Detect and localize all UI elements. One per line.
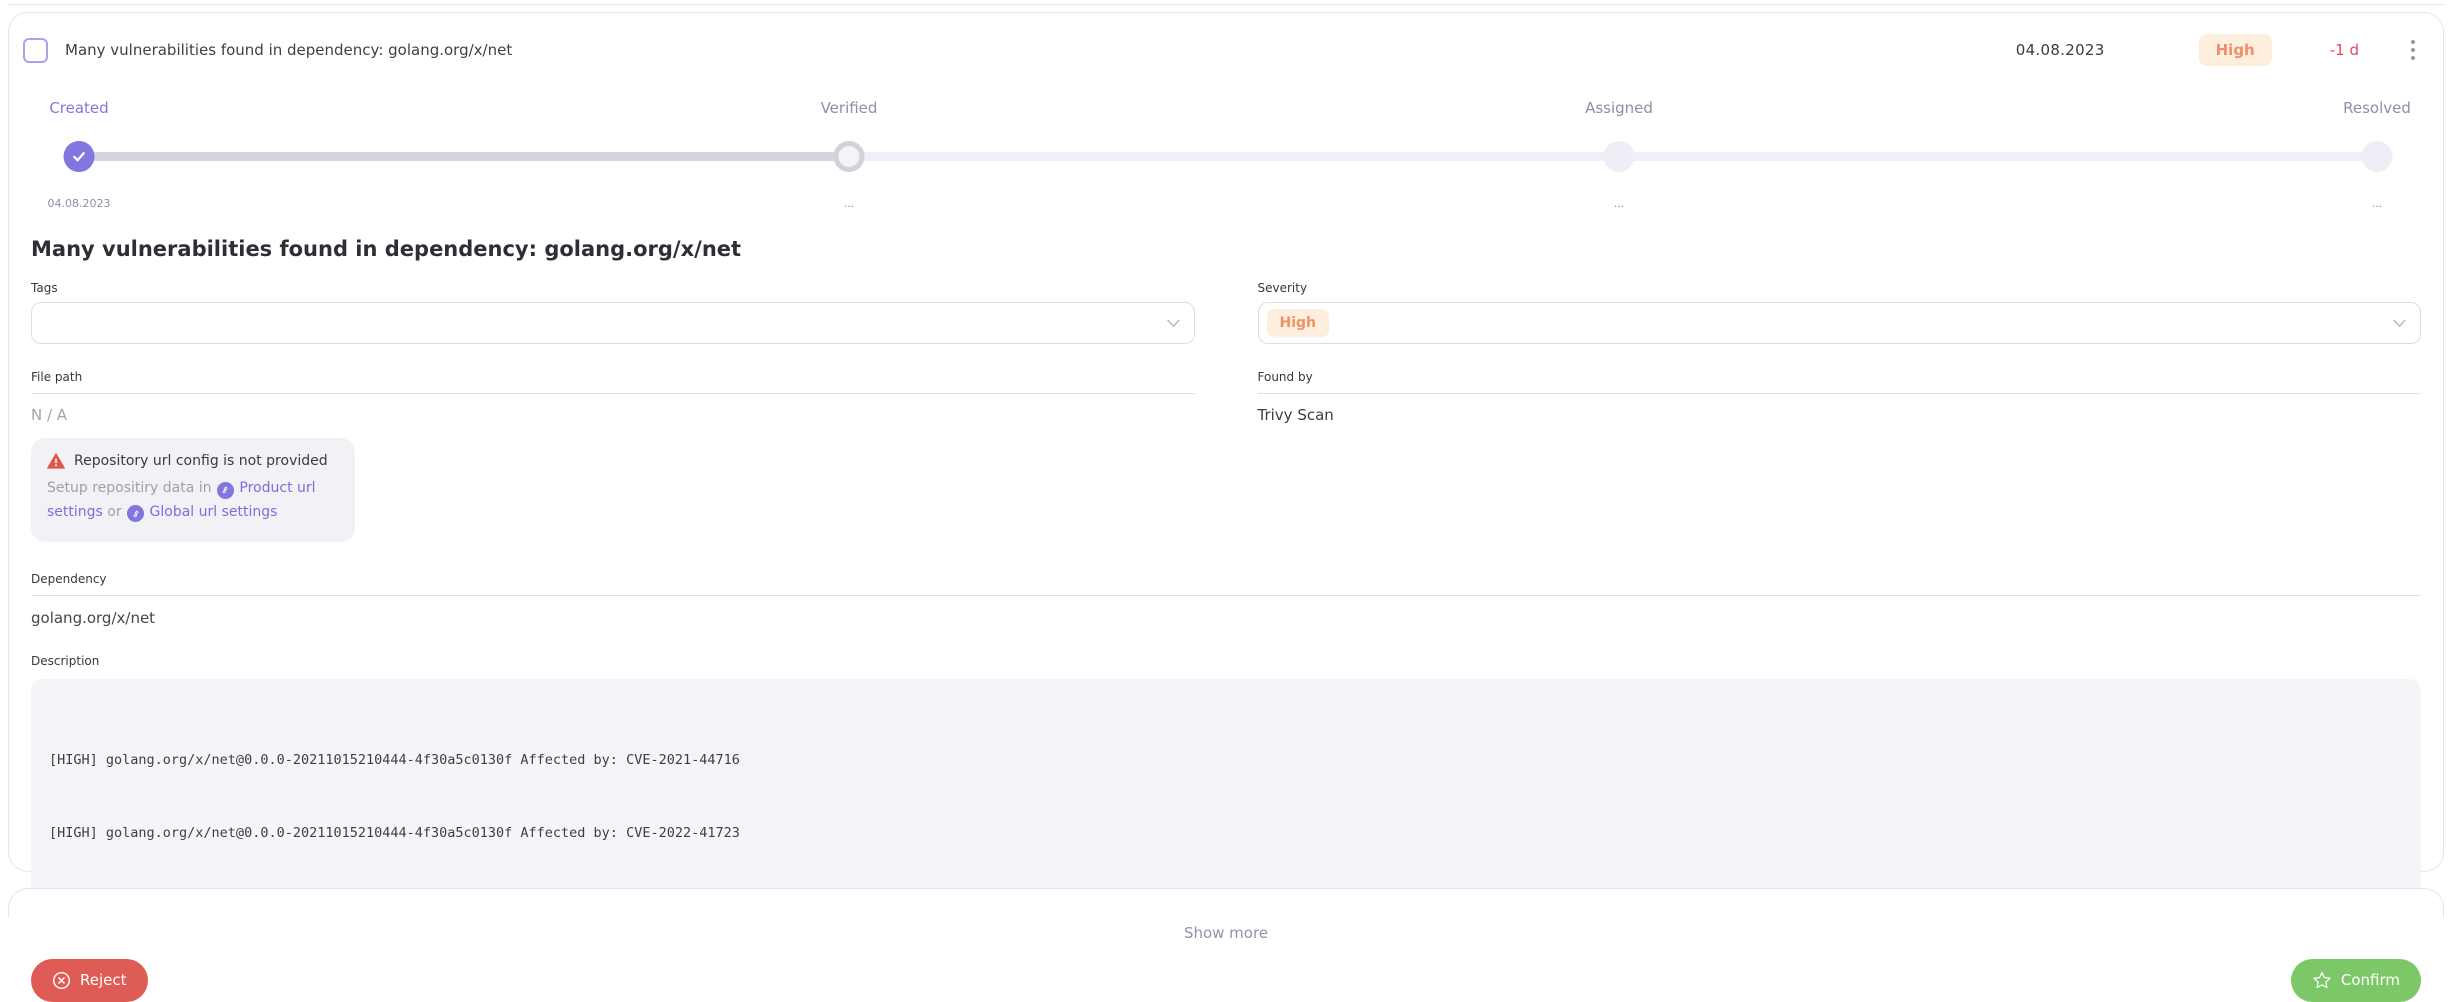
form-grid: Tags Severity High — [31, 281, 2421, 542]
found-by-label: Found by — [1258, 370, 2422, 384]
step-dot-verified[interactable] — [834, 141, 865, 172]
next-card-edge — [8, 888, 2444, 918]
warning-text: Setup repositiry data in Product url set… — [47, 477, 339, 525]
issue-title: Many vulnerabilities found in dependency… — [65, 41, 512, 59]
found-by-field: Found by Trivy Scan — [1258, 344, 2422, 542]
dependency-value: golang.org/x/net — [31, 609, 2421, 627]
repository-url-warning: Repository url config is not provided Se… — [31, 438, 355, 542]
file-path-underline — [31, 393, 1195, 394]
severity-label: Severity — [1258, 281, 2422, 295]
step-dot-resolved[interactable] — [2362, 141, 2393, 172]
step-dot-created[interactable] — [64, 141, 95, 172]
detail-title: Many vulnerabilities found in dependency… — [31, 237, 2421, 261]
warning-title: Repository url config is not provided — [74, 453, 328, 469]
sla-overdue-label: -1 d — [2330, 41, 2359, 59]
global-url-settings-link[interactable]: Global url settings — [150, 504, 278, 520]
link-icon — [217, 482, 234, 499]
show-more-link[interactable]: Show more — [31, 924, 2421, 942]
stepper-track-filled — [79, 152, 849, 161]
step-label-assigned: Assigned — [1585, 99, 1653, 117]
file-path-label: File path — [31, 370, 1195, 384]
severity-chip: High — [1267, 309, 1330, 337]
cross-circle-icon — [52, 971, 71, 990]
step-date-verified: ... — [844, 197, 855, 210]
description-code-block: [HIGH] golang.org/x/net@0.0.0-2021101521… — [31, 679, 2421, 915]
star-icon — [2312, 971, 2332, 990]
status-stepper: Created Verified Assigned Resolved 04.08… — [9, 99, 2443, 227]
description-label: Description — [31, 654, 2421, 668]
description-line: [HIGH] golang.org/x/net@0.0.0-2021101521… — [49, 821, 2403, 845]
chevron-down-icon — [1167, 319, 1180, 328]
select-checkbox[interactable] — [23, 38, 48, 63]
vulnerability-card: Many vulnerabilities found in dependency… — [8, 12, 2444, 872]
severity-badge: High — [2199, 34, 2272, 66]
header-meta: 04.08.2023 High -1 d — [2016, 34, 2421, 66]
file-path-value: N / A — [31, 406, 1195, 424]
step-dot-assigned[interactable] — [1604, 141, 1635, 172]
card-header-row: Many vulnerabilities found in dependency… — [9, 13, 2443, 69]
found-by-underline — [1258, 393, 2422, 394]
check-icon — [72, 149, 87, 164]
previous-card-edge — [8, 4, 2444, 5]
step-date-resolved: ... — [2372, 197, 2383, 210]
severity-select[interactable]: High — [1258, 302, 2422, 344]
warning-triangle-icon — [47, 453, 65, 469]
confirm-button[interactable]: Confirm — [2291, 959, 2421, 1002]
dependency-underline — [31, 595, 2421, 596]
reject-button-label: Reject — [80, 971, 127, 989]
step-label-verified: Verified — [821, 99, 878, 117]
description-line: [HIGH] golang.org/x/net@0.0.0-2021101521… — [49, 748, 2403, 772]
file-path-field: File path N / A Repository url config is… — [31, 344, 1195, 542]
found-by-value: Trivy Scan — [1258, 406, 2422, 424]
step-date-created: 04.08.2023 — [48, 197, 111, 210]
tags-select[interactable] — [31, 302, 1195, 344]
step-date-assigned: ... — [1614, 197, 1625, 210]
step-label-resolved: Resolved — [2343, 99, 2411, 117]
step-label-created: Created — [49, 99, 108, 117]
dependency-field: Dependency golang.org/x/net — [31, 572, 2421, 627]
tags-label: Tags — [31, 281, 1195, 295]
warning-text-before: Setup repositiry data in — [47, 480, 212, 496]
tags-field: Tags — [31, 281, 1195, 344]
actions-row: Reject Confirm — [31, 959, 2421, 1002]
chevron-down-icon — [2393, 319, 2406, 328]
severity-field: Severity High — [1258, 281, 2422, 344]
reject-button[interactable]: Reject — [31, 959, 148, 1002]
warning-text-or: or — [107, 504, 121, 520]
confirm-button-label: Confirm — [2341, 971, 2400, 989]
kebab-menu-icon[interactable] — [2405, 36, 2421, 64]
dependency-label: Dependency — [31, 572, 2421, 586]
link-icon — [127, 505, 144, 522]
issue-date: 04.08.2023 — [2016, 41, 2105, 59]
